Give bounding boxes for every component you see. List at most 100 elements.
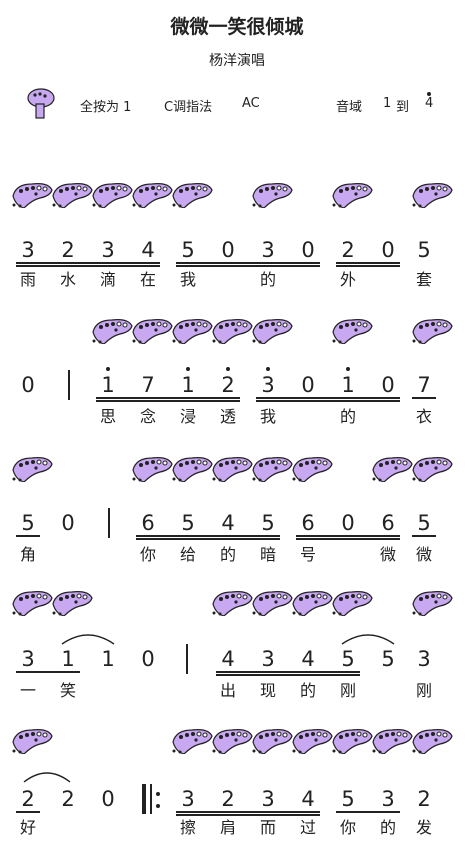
note: 5: [261, 511, 275, 535]
repeat-start-thick: [142, 784, 146, 814]
ocarina-fingering-icon: [330, 724, 374, 755]
note: 1: [61, 647, 75, 671]
lyric: 我: [259, 407, 276, 426]
ocarina-fingering-icon: [250, 178, 294, 209]
note: 6: [141, 511, 155, 535]
ocarina-fingering-icon: [410, 724, 454, 755]
lyric: 念: [139, 407, 156, 426]
note: 0: [381, 238, 395, 262]
ocarina-fingering-icon: [250, 452, 294, 483]
note: 3: [417, 647, 431, 671]
barline: [186, 644, 188, 674]
note: 0: [301, 238, 315, 262]
note: 3: [261, 787, 275, 811]
note: 0: [61, 511, 75, 535]
note: 2: [61, 238, 75, 262]
ocarina-fingering-icon: [210, 724, 254, 755]
lyric: 滴: [99, 270, 116, 289]
lyric: 微: [379, 545, 396, 564]
lyric: 出: [219, 681, 236, 700]
lyric: 我: [179, 270, 196, 289]
lyric: 在: [139, 270, 156, 289]
note: 5: [417, 238, 431, 262]
note: 5: [181, 238, 195, 262]
note: 3: [21, 647, 35, 671]
lyric: 号: [299, 545, 316, 564]
lyric: 思: [99, 407, 116, 426]
note: 1: [181, 373, 195, 397]
note: 5: [181, 511, 195, 535]
high-octave-dot: [427, 92, 431, 96]
lyric: 你: [139, 545, 156, 564]
barline: [108, 508, 110, 538]
ocarina-fingering-icon: [250, 724, 294, 755]
ocarina-fingering-icon: [250, 314, 294, 345]
tie-slur: [23, 772, 71, 783]
note: 3: [181, 787, 195, 811]
lyric: 微: [415, 545, 432, 564]
lyric: 雨: [19, 270, 36, 289]
ocarina-fingering-icon: [10, 586, 54, 617]
note: 0: [381, 373, 395, 397]
tie-slur: [341, 634, 395, 645]
ocarina-fingering-icon: [330, 314, 374, 345]
note: 3: [101, 238, 115, 262]
ocarina-type: AC: [242, 96, 260, 111]
range-to: 到: [396, 100, 410, 115]
high-octave-dot: [226, 367, 230, 371]
lyric: 的: [299, 681, 316, 700]
ocarina-fingering-icon: [290, 586, 334, 617]
range-high: 4: [425, 96, 434, 111]
fingering-all: 全按为 1: [80, 100, 132, 115]
ocarina-fingering-icon: [250, 586, 294, 617]
lyric: 外: [339, 270, 356, 289]
high-octave-dot: [106, 367, 110, 371]
note: 3: [261, 647, 275, 671]
tie-slur: [61, 634, 115, 645]
lyric: 透: [219, 407, 236, 426]
fingering-method: C调指法: [164, 100, 213, 115]
note: 0: [341, 511, 355, 535]
note: 4: [301, 647, 315, 671]
repeat-dot: [156, 804, 160, 808]
lyric: 肩: [219, 818, 236, 837]
singer-name: 杨洋演唱: [209, 53, 265, 69]
ocarina-fingering-icon: [210, 314, 254, 345]
lyric: 你: [339, 818, 356, 837]
ocarina-fingering-icon: [410, 586, 454, 617]
lyric: 浸: [179, 407, 196, 426]
note: 2: [341, 238, 355, 262]
ocarina-fingering-icon: [130, 314, 174, 345]
ocarina-fingering-icon: [90, 314, 134, 345]
ocarina-fingering-icon: [130, 452, 174, 483]
song-title: 微微一笑很倾城: [170, 16, 304, 38]
note: 5: [341, 647, 355, 671]
ocarina-fingering-icon: [170, 724, 214, 755]
lyric: 现: [259, 681, 276, 700]
ocarina-fingering-icon: [10, 724, 54, 755]
note: 3: [261, 238, 275, 262]
lyric: 一: [19, 681, 36, 700]
ocarina-fingering-icon: [130, 178, 174, 209]
lyric: 刚: [339, 681, 356, 700]
note: 7: [141, 373, 155, 397]
ocarina-fingering-icon: [410, 452, 454, 483]
ocarina-fingering-icon: [170, 314, 214, 345]
ocarina-fingering-icon: [170, 452, 214, 483]
note: 5: [381, 647, 395, 671]
repeat-start-thin: [150, 784, 152, 814]
note: 5: [21, 511, 35, 535]
note: 6: [381, 511, 395, 535]
ocarina-fingering-icon: [210, 586, 254, 617]
lyric: 刚: [415, 681, 432, 700]
ocarina-fingering-icon: [90, 178, 134, 209]
ocarina-fingering-icon: [50, 178, 94, 209]
barline: [68, 370, 70, 400]
note: 0: [21, 373, 35, 397]
note: 5: [417, 511, 431, 535]
note: 3: [381, 787, 395, 811]
lyric: 的: [339, 407, 356, 426]
note: 6: [301, 511, 315, 535]
ocarina-fingering-icon: [290, 724, 334, 755]
lyric: 的: [219, 545, 236, 564]
